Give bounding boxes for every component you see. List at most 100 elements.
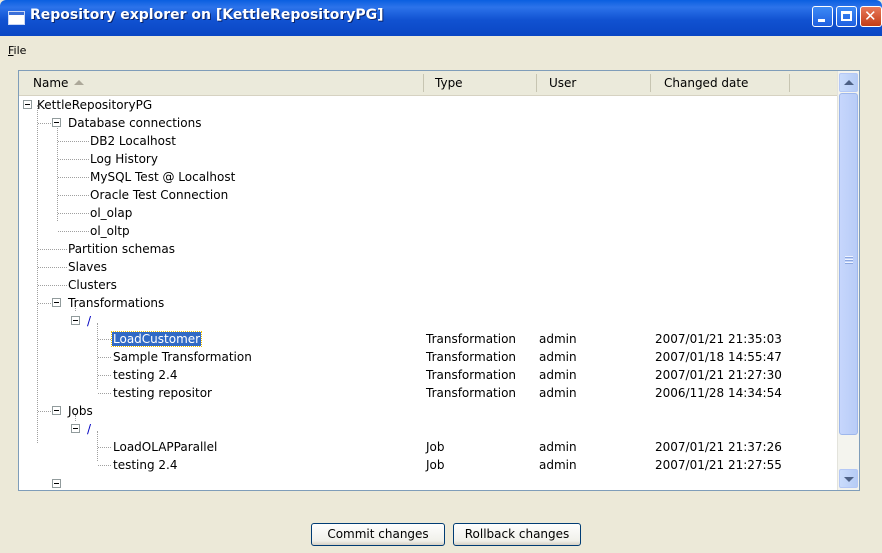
maximize-button[interactable] bbox=[836, 6, 857, 27]
tree-line bbox=[98, 465, 111, 466]
tree-row-transformation[interactable]: Sample Transformation Transformation adm… bbox=[19, 348, 837, 366]
cell-user: admin bbox=[539, 386, 577, 400]
collapse-toggle-icon[interactable] bbox=[71, 316, 80, 325]
cell-user: admin bbox=[539, 458, 577, 472]
repository-tree[interactable]: Name Type User Changed date KettleReposi… bbox=[18, 70, 860, 491]
tree-row-job[interactable]: testing 2.4 Job admin 2007/01/21 21:27:5… bbox=[19, 456, 837, 474]
column-divider[interactable] bbox=[789, 74, 790, 92]
tree-line bbox=[98, 393, 111, 394]
cell-type: Transformation bbox=[426, 332, 517, 346]
tree-row-transformation[interactable]: testing 2.4 Transformation admin 2007/01… bbox=[19, 366, 837, 384]
tree-row-connection[interactable]: Oracle Test Connection bbox=[19, 186, 837, 204]
tree-node-label: Oracle Test Connection bbox=[90, 188, 229, 202]
tree-node-label: ol_olap bbox=[90, 206, 133, 220]
tree-node-label: Partition schemas bbox=[68, 242, 175, 256]
chevron-down-icon bbox=[844, 477, 854, 482]
tree-row-transformations-folder[interactable]: / bbox=[19, 312, 837, 330]
scrollbar-thumb[interactable] bbox=[839, 93, 858, 435]
column-header-changed-date[interactable]: Changed date bbox=[664, 76, 748, 90]
minimize-button[interactable] bbox=[812, 6, 833, 27]
close-button[interactable]: ✕ bbox=[860, 6, 882, 27]
tree-node-label: MySQL Test @ Localhost bbox=[90, 170, 236, 184]
tree-row-database-connections[interactable]: Database connections bbox=[19, 114, 837, 132]
tree-line bbox=[38, 303, 51, 304]
collapse-toggle-icon[interactable] bbox=[71, 424, 80, 433]
collapse-toggle-icon[interactable] bbox=[52, 406, 61, 415]
tree-line bbox=[98, 339, 111, 340]
tree-row-connection[interactable]: MySQL Test @ Localhost bbox=[19, 168, 837, 186]
vertical-scrollbar[interactable] bbox=[837, 71, 859, 490]
cell-changed-date: 2007/01/21 21:35:03 bbox=[655, 332, 782, 346]
tree-row-root[interactable]: KettleRepositoryPG bbox=[19, 96, 837, 114]
tree-line bbox=[38, 285, 67, 286]
tree-row-partition-schemas[interactable]: Partition schemas bbox=[19, 240, 837, 258]
tree-line bbox=[58, 231, 89, 232]
tree-row-connection[interactable]: ol_oltp bbox=[19, 222, 837, 240]
scroll-up-button[interactable] bbox=[839, 73, 858, 92]
collapse-toggle-icon[interactable] bbox=[52, 118, 61, 127]
menu-file[interactable]: File bbox=[8, 44, 26, 57]
tree-line bbox=[58, 159, 89, 160]
scroll-down-button[interactable] bbox=[839, 469, 858, 488]
title-bar[interactable]: Repository explorer on [KettleRepository… bbox=[0, 0, 882, 36]
tree-line bbox=[38, 249, 67, 250]
collapse-toggle-icon[interactable] bbox=[52, 298, 61, 307]
commit-changes-button[interactable]: Commit changes bbox=[311, 523, 445, 546]
tree-row-transformation[interactable]: testing repositor Transformation admin 2… bbox=[19, 384, 837, 402]
tree-row-connection[interactable]: ol_olap bbox=[19, 204, 837, 222]
tree-row-jobs-folder[interactable]: / bbox=[19, 420, 837, 438]
column-header-name[interactable]: Name bbox=[33, 76, 68, 90]
cell-changed-date: 2006/11/28 14:34:54 bbox=[655, 386, 782, 400]
column-divider[interactable] bbox=[536, 74, 537, 92]
tree-row-job[interactable]: LoadOLAPParallel Job admin 2007/01/21 21… bbox=[19, 438, 837, 456]
tree-row-connection[interactable]: DB2 Localhost bbox=[19, 132, 837, 150]
rollback-changes-button[interactable]: Rollback changes bbox=[453, 523, 581, 546]
tree-node-label: DB2 Localhost bbox=[90, 134, 176, 148]
tree-row-transformations[interactable]: Transformations bbox=[19, 294, 837, 312]
tree-node-label: testing repositor bbox=[113, 386, 212, 400]
cell-type: Transformation bbox=[426, 350, 517, 364]
cell-user: admin bbox=[539, 350, 577, 364]
tree-node-label: LoadOLAPParallel bbox=[113, 440, 218, 454]
repository-explorer-window: Repository explorer on [KettleRepository… bbox=[0, 0, 882, 553]
tree-row-jobs[interactable]: Jobs bbox=[19, 402, 837, 420]
tree-line bbox=[98, 447, 111, 448]
tree-line bbox=[58, 141, 89, 142]
tree-node-label: Slaves bbox=[68, 260, 108, 274]
tree-node-label: Sample Transformation bbox=[113, 350, 252, 364]
tree-row-transformation[interactable]: LoadCustomer Transformation admin 2007/0… bbox=[19, 330, 837, 348]
column-divider[interactable] bbox=[423, 74, 424, 92]
grip-icon bbox=[845, 262, 853, 263]
tree-line bbox=[58, 213, 89, 214]
maximize-icon bbox=[841, 11, 852, 21]
tree-node-label: Clusters bbox=[68, 278, 117, 292]
tree-node-label: Transformations bbox=[68, 296, 165, 310]
collapse-toggle-icon[interactable] bbox=[52, 479, 61, 488]
tree-row-slaves[interactable]: Slaves bbox=[19, 258, 837, 276]
collapse-toggle-icon[interactable] bbox=[23, 100, 32, 109]
tree-line bbox=[58, 195, 89, 196]
tree-node-label: KettleRepositoryPG bbox=[37, 98, 153, 112]
tree-row-connection[interactable]: Log History bbox=[19, 150, 837, 168]
column-header-type[interactable]: Type bbox=[435, 76, 463, 90]
tree-line bbox=[98, 357, 111, 358]
tree-row-partially-visible[interactable] bbox=[19, 476, 837, 490]
cell-changed-date: 2007/01/21 21:27:55 bbox=[655, 458, 782, 472]
tree-node-label: Log History bbox=[90, 152, 158, 166]
cell-changed-date: 2007/01/18 14:55:47 bbox=[655, 350, 782, 364]
window-title: Repository explorer on [KettleRepository… bbox=[30, 7, 384, 23]
tree-node-label: LoadCustomer bbox=[110, 331, 203, 347]
tree-node-label: / bbox=[87, 314, 92, 328]
tree-node-label: ol_oltp bbox=[90, 224, 130, 238]
sort-ascending-icon bbox=[74, 80, 84, 85]
column-header-user[interactable]: User bbox=[549, 76, 576, 90]
tree-line bbox=[98, 375, 111, 376]
tree-row-clusters[interactable]: Clusters bbox=[19, 276, 837, 294]
tree-header: Name Type User Changed date bbox=[19, 71, 837, 96]
tree-node-label: testing 2.4 bbox=[113, 458, 178, 472]
tree-node-label: testing 2.4 bbox=[113, 368, 178, 382]
close-icon: ✕ bbox=[864, 7, 877, 25]
column-divider[interactable] bbox=[650, 74, 651, 92]
tree-line bbox=[58, 177, 89, 178]
tree-line bbox=[38, 411, 51, 412]
